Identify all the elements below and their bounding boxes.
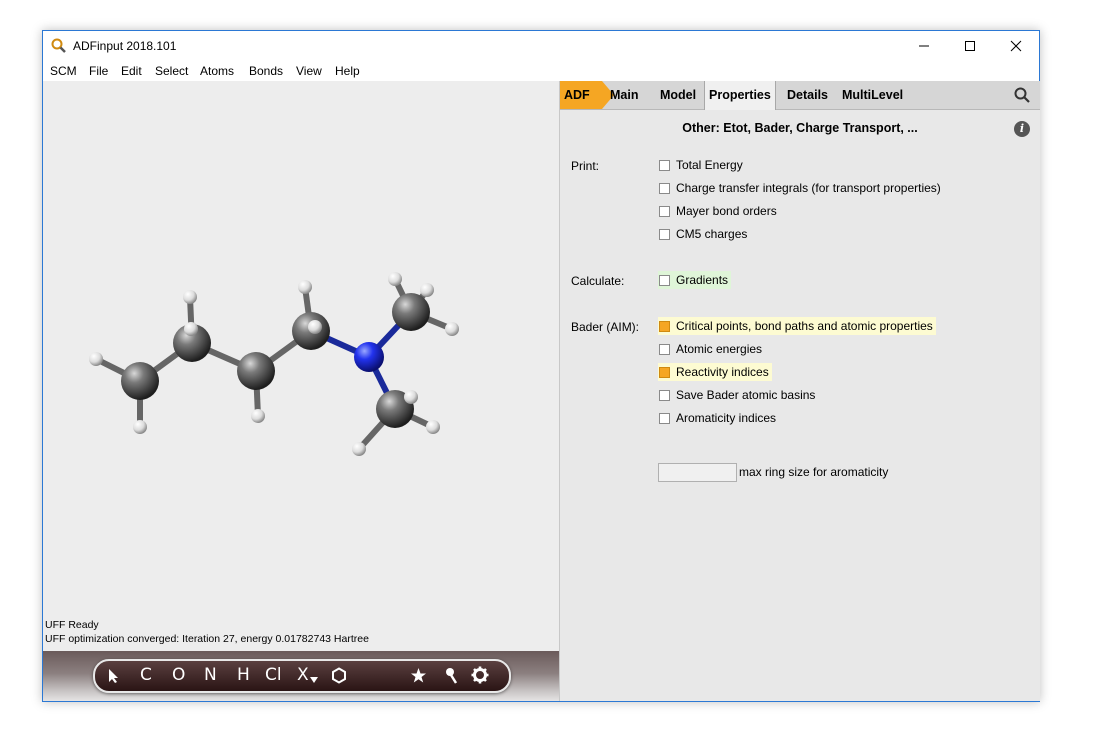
- reactivity-indices-option[interactable]: Reactivity indices: [658, 363, 772, 381]
- close-icon: [1010, 40, 1022, 52]
- option-label: CM5 charges: [676, 227, 748, 241]
- critical-points-checkbox[interactable]: [659, 320, 670, 332]
- menu-file[interactable]: File: [89, 64, 108, 78]
- print-label: Print:: [571, 159, 600, 173]
- cm5-charges-option[interactable]: CM5 charges: [658, 225, 750, 243]
- option-label: Charge transfer integrals (for transport…: [676, 181, 941, 195]
- search-icon[interactable]: [1014, 87, 1030, 103]
- reactivity-indices-checkbox[interactable]: [659, 366, 670, 378]
- editor-toolbar: C O N H Cl X: [43, 651, 559, 701]
- molecule-viewer[interactable]: UFF Ready UFF optimization converged: It…: [43, 81, 559, 651]
- cm5-charges-checkbox[interactable]: [659, 228, 670, 240]
- tab-multilevel[interactable]: MultiLevel: [842, 81, 903, 109]
- title-bar: ADFinput 2018.101: [43, 31, 1039, 61]
- other-element-tool[interactable]: X: [297, 665, 309, 685]
- menu-edit[interactable]: Edit: [121, 64, 142, 78]
- tab-properties[interactable]: Properties: [704, 81, 776, 110]
- pointer-tool-icon[interactable]: [107, 668, 121, 684]
- adf-app-icon: [51, 38, 66, 53]
- menu-select[interactable]: Select: [155, 64, 188, 78]
- star-icon[interactable]: [410, 667, 427, 684]
- aromaticity-indices-checkbox[interactable]: [659, 412, 670, 424]
- gradients-checkbox[interactable]: [659, 274, 670, 286]
- ring-tool-icon[interactable]: [331, 667, 347, 684]
- chlorine-tool[interactable]: Cl: [265, 665, 282, 685]
- gear-icon[interactable]: [471, 666, 489, 684]
- hydrogen-tool[interactable]: H: [237, 665, 250, 685]
- molecule-structure[interactable]: [43, 81, 559, 641]
- bader-label: Bader (AIM):: [571, 320, 640, 334]
- ring-size-label: max ring size for aromaticity: [739, 465, 889, 479]
- option-label: Mayer bond orders: [676, 204, 777, 218]
- charge-transfer-checkbox[interactable]: [659, 182, 670, 194]
- tab-main[interactable]: Main: [610, 81, 638, 109]
- nitrogen-tool[interactable]: N: [204, 665, 217, 685]
- save-bader-basins-checkbox[interactable]: [659, 389, 670, 401]
- info-icon[interactable]: i: [1014, 121, 1030, 137]
- option-label: Critical points, bond paths and atomic p…: [676, 319, 933, 333]
- option-label: Total Energy: [676, 158, 743, 172]
- total-energy-option[interactable]: Total Energy: [658, 156, 746, 174]
- menu-bonds[interactable]: Bonds: [249, 64, 283, 78]
- minimize-button[interactable]: [901, 31, 947, 61]
- maximize-button[interactable]: [947, 31, 993, 61]
- tab-model[interactable]: Model: [660, 81, 696, 109]
- chevron-down-icon: [310, 677, 318, 683]
- mayer-bond-orders-option[interactable]: Mayer bond orders: [658, 202, 780, 220]
- tool-pill: C O N H Cl X: [93, 659, 511, 693]
- atomic-energies-checkbox[interactable]: [659, 343, 670, 355]
- save-bader-basins-option[interactable]: Save Bader atomic basins: [658, 386, 818, 404]
- tab-bar: ADF Main Model Properties Details MultiL…: [560, 81, 1040, 110]
- status-line-2: UFF optimization converged: Iteration 27…: [45, 633, 369, 645]
- app-window: ADFinput 2018.101 SCM File Edit Select A…: [42, 30, 1040, 702]
- aromaticity-indices-option[interactable]: Aromaticity indices: [658, 409, 779, 427]
- gradients-option[interactable]: Gradients: [658, 271, 732, 289]
- mayer-bond-orders-checkbox[interactable]: [659, 205, 670, 217]
- close-button[interactable]: [993, 31, 1039, 61]
- option-label: Save Bader atomic basins: [676, 388, 816, 402]
- option-label: Gradients: [676, 273, 729, 287]
- atomic-energies-option[interactable]: Atomic energies: [658, 340, 765, 358]
- option-label: Atomic energies: [676, 342, 763, 356]
- menu-scm[interactable]: SCM: [50, 64, 77, 78]
- menu-help[interactable]: Help: [335, 64, 360, 78]
- properties-panel: ADF Main Model Properties Details MultiL…: [559, 81, 1040, 701]
- maximize-icon: [965, 41, 975, 51]
- tab-details[interactable]: Details: [787, 81, 828, 109]
- menu-bar: SCM File Edit Select Atoms Bonds View He…: [43, 61, 1039, 81]
- calculate-label: Calculate:: [571, 274, 625, 288]
- critical-points-option[interactable]: Critical points, bond paths and atomic p…: [658, 317, 936, 335]
- menu-atoms[interactable]: Atoms: [200, 64, 234, 78]
- total-energy-checkbox[interactable]: [659, 159, 670, 171]
- ring-size-input[interactable]: [658, 463, 737, 482]
- oxygen-tool[interactable]: O: [172, 665, 185, 685]
- window-title: ADFinput 2018.101: [73, 39, 177, 53]
- section-title: Other: Etot, Bader, Charge Transport, ..…: [682, 121, 918, 135]
- minimize-icon: [919, 45, 929, 47]
- carbon-tool[interactable]: C: [140, 665, 152, 685]
- menu-view[interactable]: View: [296, 64, 322, 78]
- tab-adf[interactable]: ADF: [560, 81, 614, 109]
- option-label: Reactivity indices: [676, 365, 769, 379]
- status-line-1: UFF Ready: [45, 619, 99, 631]
- search-tool-icon[interactable]: [445, 667, 459, 685]
- atoms: [89, 272, 459, 456]
- option-label: Aromaticity indices: [676, 411, 777, 425]
- charge-transfer-option[interactable]: Charge transfer integrals (for transport…: [658, 179, 944, 197]
